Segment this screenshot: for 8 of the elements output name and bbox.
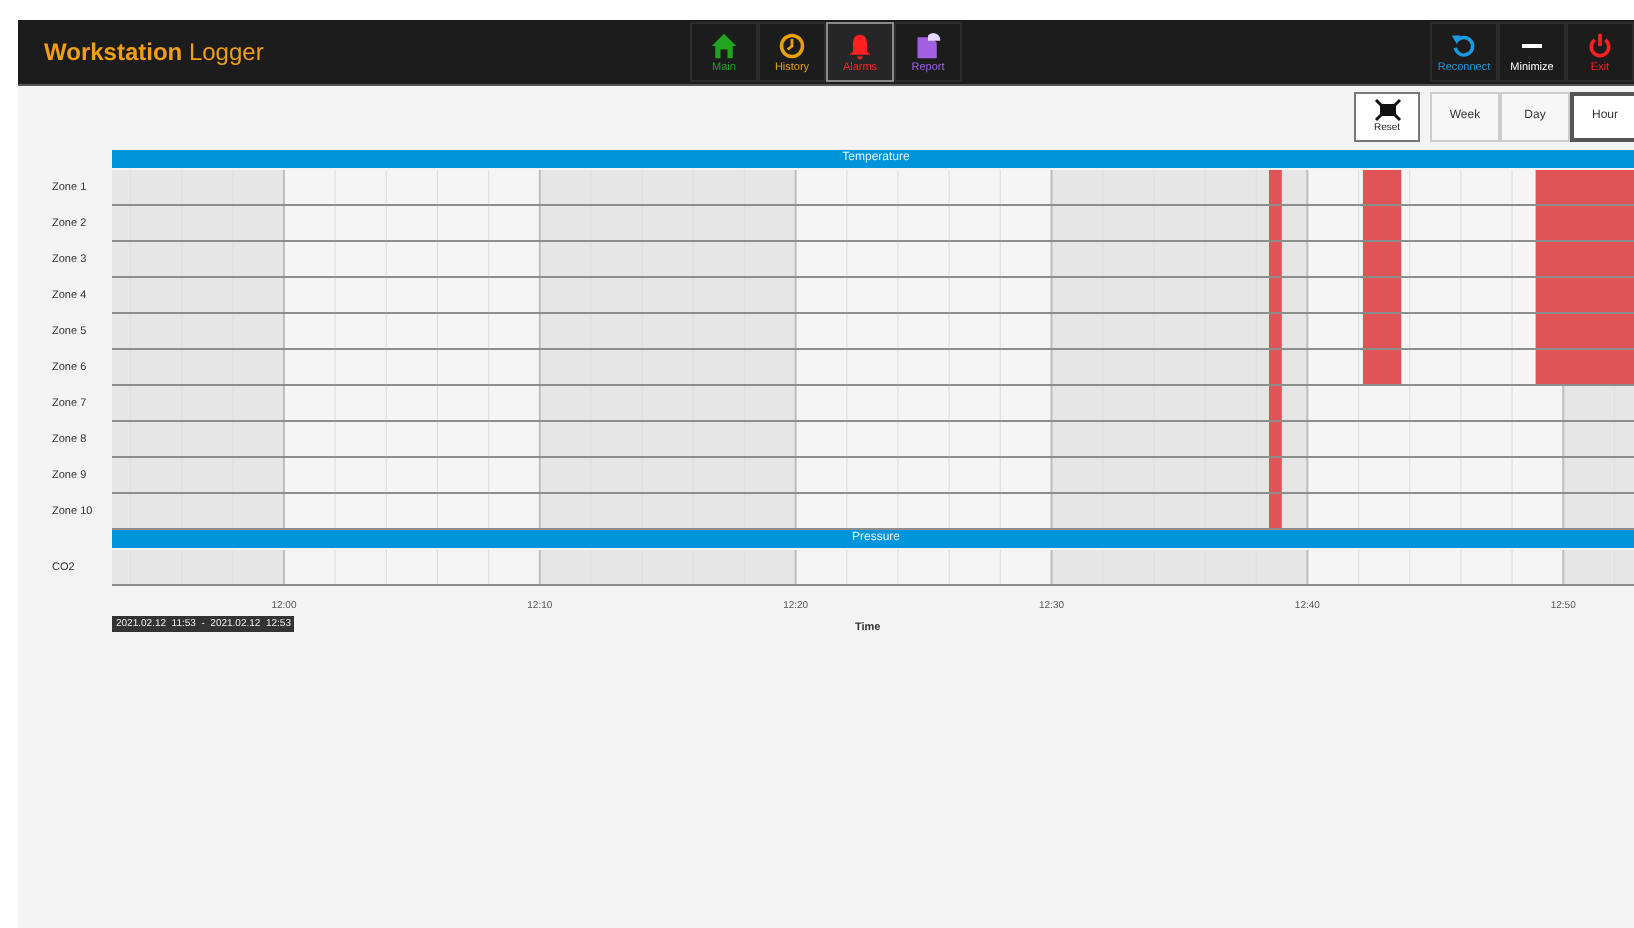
alarm-bar[interactable] [1362, 314, 1402, 348]
alarm-bar[interactable] [1362, 278, 1402, 312]
alarm-bar[interactable] [1362, 350, 1402, 384]
fit-screen-icon [1373, 98, 1401, 122]
alarm-bar[interactable] [1362, 170, 1402, 204]
app-title: Workstation Logger [42, 38, 264, 66]
alarm-bar[interactable] [1362, 206, 1402, 240]
alarm-bar[interactable] [1362, 242, 1402, 276]
